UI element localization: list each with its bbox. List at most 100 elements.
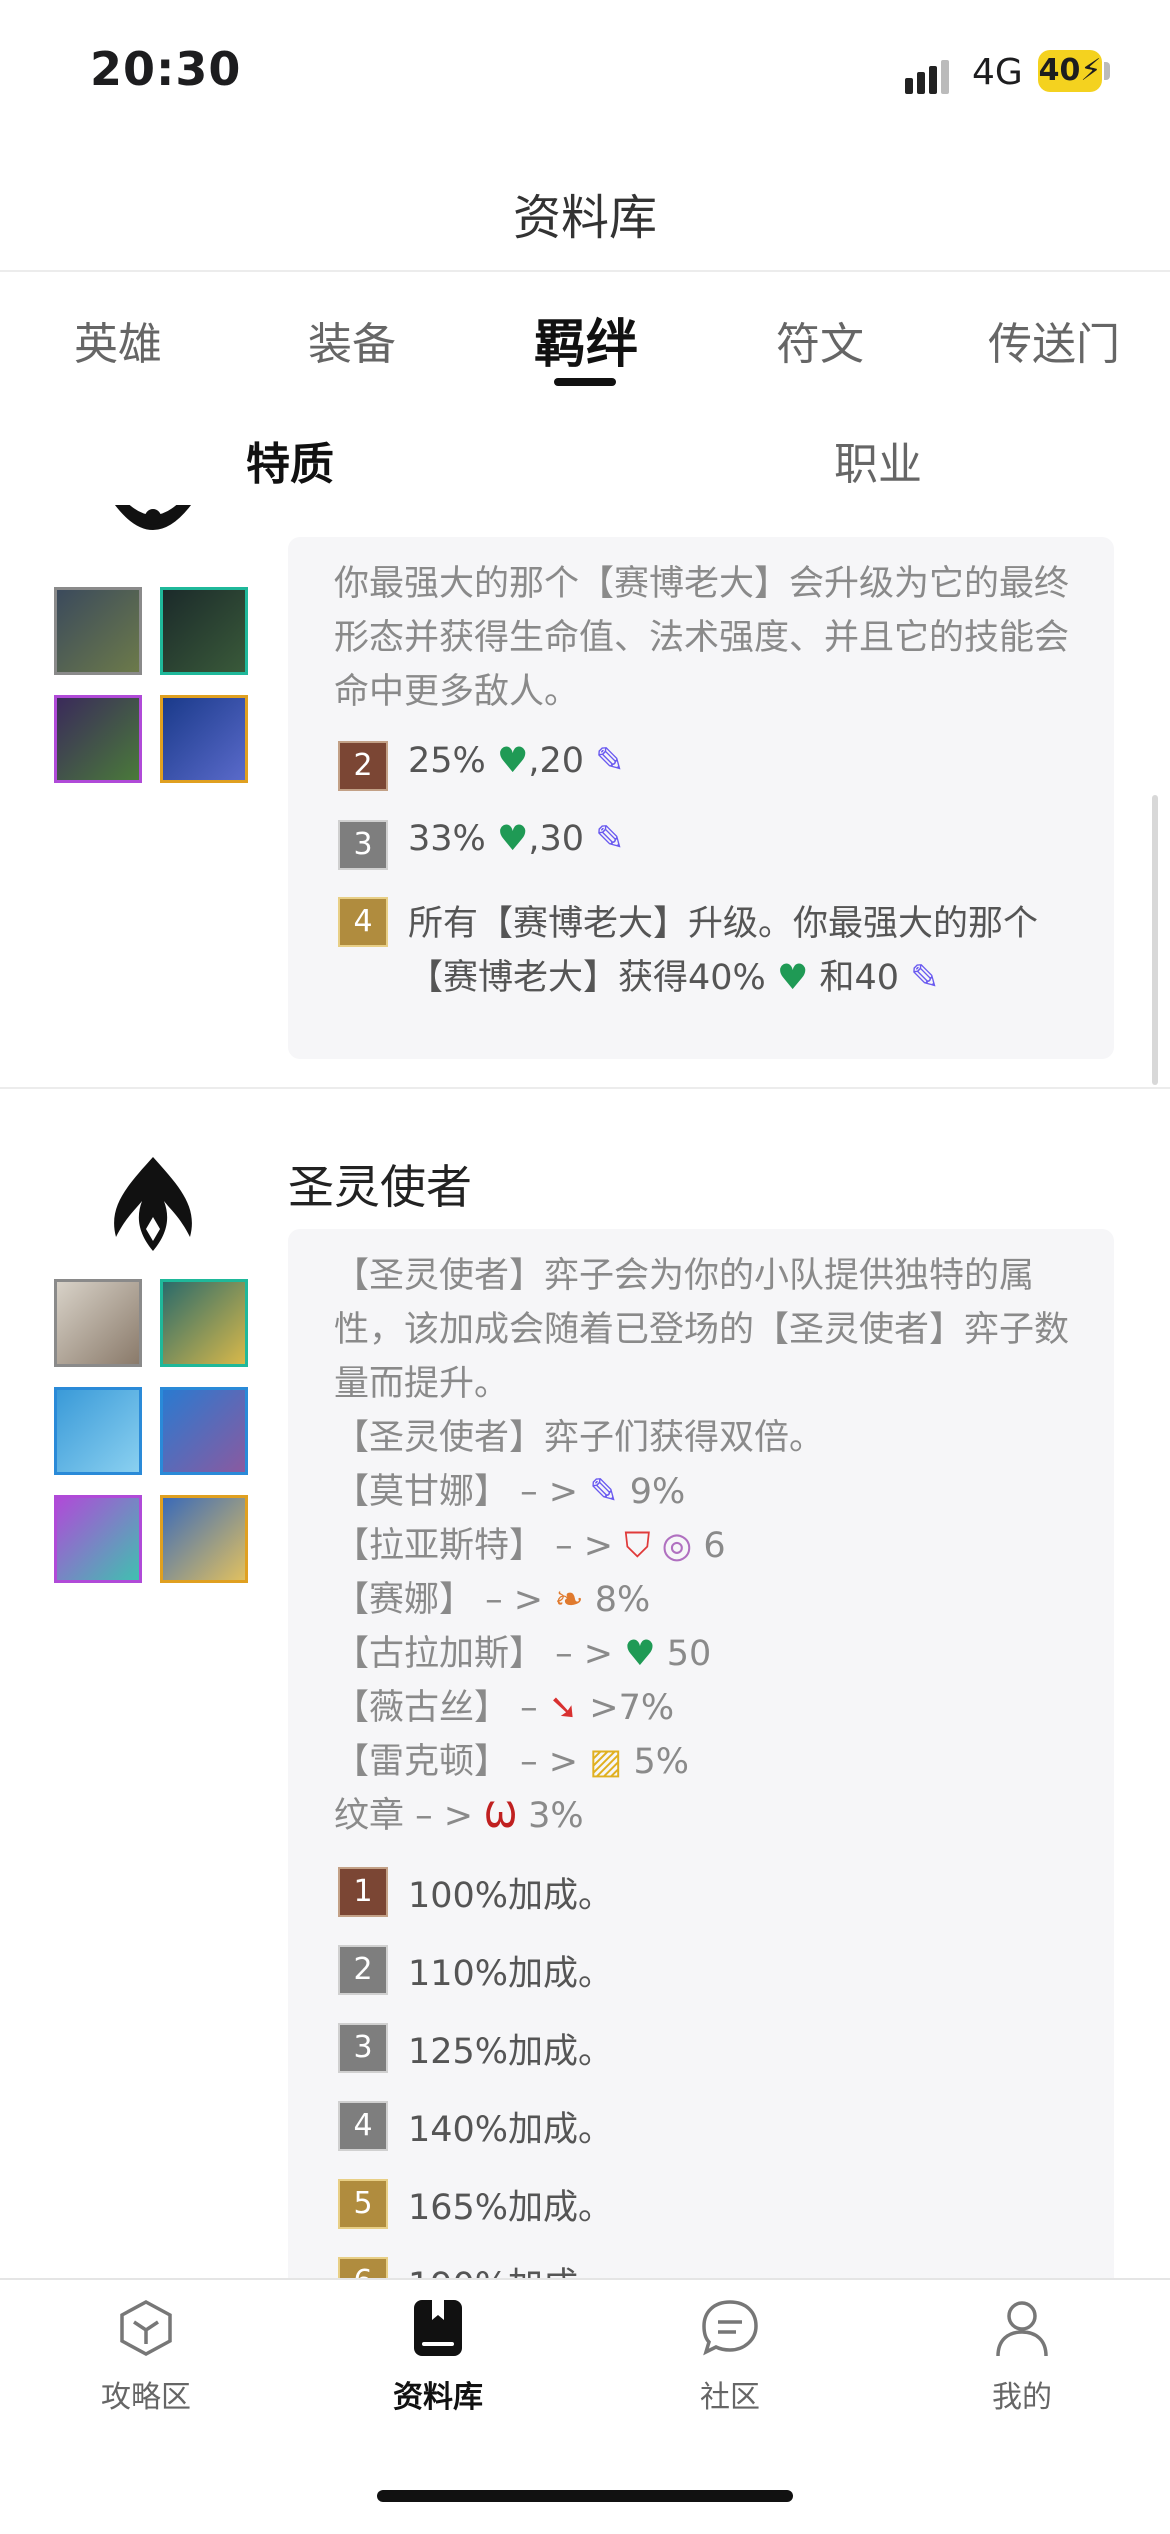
champion-portrait[interactable] bbox=[54, 1279, 142, 1367]
trait-description: 【圣灵使者】弈子会为你的小队提供独特的属性，该加成会随着已登场的【圣灵使者】弈子… bbox=[334, 1256, 1070, 1404]
trait-level-badge: 2 bbox=[338, 741, 388, 791]
trait-level-badge: 2 bbox=[338, 1945, 388, 1995]
trait-level-value: 【赛博老大】获得40% bbox=[408, 958, 766, 998]
ability-power-icon: ✎ bbox=[595, 819, 625, 859]
trait-description: 你最强大的那个【赛博老大】会升级为它的最终形态并获得生命值、法术强度、并且它的技… bbox=[334, 564, 1070, 712]
book-icon[interactable] bbox=[406, 2296, 470, 2360]
trait-level-text: 所有【赛博老大】升级。你最强大的那个 【赛博老大】获得40% ♥ 和40 ✎ bbox=[408, 897, 1088, 1005]
bonus-row: 纹章 – > Ѡ 3% bbox=[334, 1789, 584, 1843]
trait-emblem-icon bbox=[106, 505, 200, 557]
champion-portrait[interactable] bbox=[54, 1495, 142, 1583]
subtab-classes[interactable]: 职业 bbox=[834, 428, 922, 492]
tab-augments[interactable]: 符文 bbox=[776, 308, 864, 372]
ability-power-icon: ✎ bbox=[595, 741, 625, 781]
champion-portrait[interactable] bbox=[54, 695, 142, 783]
attack-damage-icon: ▨ bbox=[589, 1742, 623, 1782]
active-tab-indicator bbox=[554, 378, 616, 386]
health-icon: ♥ bbox=[776, 958, 809, 998]
nav-strategy[interactable]: 攻略区 bbox=[66, 2372, 226, 2416]
nav-community[interactable]: 社区 bbox=[650, 2372, 810, 2416]
trait-level-value: ,30 bbox=[528, 819, 584, 859]
nav-database[interactable]: 资料库 bbox=[358, 2372, 518, 2416]
bonus-value: 6 bbox=[703, 1526, 726, 1566]
network-type: 4G bbox=[972, 52, 1023, 93]
trait-level-text: 140%加成。 bbox=[408, 2110, 614, 2150]
bonus-row: 【古拉加斯】 – > ♥ 50 bbox=[334, 1627, 711, 1681]
bonus-arrow: – > bbox=[555, 1634, 614, 1674]
scrollbar[interactable] bbox=[1152, 795, 1158, 1085]
battery-cap bbox=[1104, 62, 1110, 80]
trait-level-text: 165%加成。 bbox=[408, 2188, 614, 2228]
champion-portrait[interactable] bbox=[160, 1279, 248, 1367]
tab-heroes[interactable]: 英雄 bbox=[74, 308, 162, 372]
tab-synergies[interactable]: 羁绊 bbox=[534, 302, 638, 377]
battery-indicator: 40⚡ bbox=[1038, 50, 1102, 92]
champion-portrait[interactable] bbox=[160, 1495, 248, 1583]
bonus-champion: 【拉亚斯特】 bbox=[334, 1526, 545, 1566]
cube-icon[interactable] bbox=[114, 2296, 178, 2360]
tab-items[interactable]: 装备 bbox=[308, 308, 396, 372]
trait-list[interactable]: 你最强大的那个【赛博老大】会升级为它的最终形态并获得生命值、法术强度、并且它的技… bbox=[0, 505, 1170, 2280]
bonus-champion: 【莫甘娜】 bbox=[334, 1472, 510, 1512]
bonus-value: 8% bbox=[594, 1580, 651, 1620]
nav-profile[interactable]: 我的 bbox=[942, 2372, 1102, 2416]
bonus-row: 【莫甘娜】 – > ✎ 9% bbox=[334, 1465, 685, 1519]
bonus-arrow: – > bbox=[555, 1526, 614, 1566]
trait-level-badge: 3 bbox=[338, 820, 388, 870]
omnivamp-icon: Ѡ bbox=[484, 1796, 517, 1836]
home-indicator[interactable] bbox=[377, 2490, 793, 2502]
bonus-champion: 【薇古丝】 bbox=[334, 1688, 510, 1728]
bonus-arrow: – > bbox=[520, 1472, 579, 1512]
header-divider bbox=[0, 270, 1170, 272]
champion-portrait[interactable] bbox=[160, 695, 248, 783]
champion-portrait[interactable] bbox=[54, 1387, 142, 1475]
bonus-champion: 【赛娜】 bbox=[334, 1580, 475, 1620]
bonus-arrow: – > bbox=[415, 1796, 474, 1836]
trait-level-value: 和40 bbox=[819, 958, 900, 998]
health-icon: ♥ bbox=[496, 741, 529, 781]
bonus-value: >7% bbox=[589, 1688, 675, 1728]
trait-name: 圣灵使者 bbox=[288, 1160, 472, 1214]
bonus-row: 【薇古丝】 – ➘ >7% bbox=[334, 1681, 674, 1735]
trait-level-value: 所有【赛博老大】升级。你最强大的那个 bbox=[408, 904, 1039, 944]
crit-icon: ➘ bbox=[548, 1688, 579, 1728]
bonus-value: 9% bbox=[629, 1472, 686, 1512]
chat-icon[interactable] bbox=[698, 2296, 762, 2360]
trait-level-badge: 4 bbox=[338, 897, 388, 947]
health-icon: ♥ bbox=[624, 1634, 656, 1674]
trait-level-badge: 1 bbox=[338, 1867, 388, 1917]
trait-level-text: 33% ♥,30 ✎ bbox=[408, 819, 624, 859]
subtab-origins[interactable]: 特质 bbox=[246, 428, 334, 492]
trait-level-text: 190%加成。 bbox=[408, 2257, 613, 2280]
person-icon[interactable] bbox=[990, 2296, 1054, 2360]
trait-level-value: ,20 bbox=[528, 741, 584, 781]
bonus-row: 【拉亚斯特】 – > ⛉ ◎ 6 bbox=[334, 1519, 726, 1573]
status-time: 20:30 bbox=[90, 42, 242, 96]
page-title: 资料库 bbox=[512, 190, 657, 246]
section-divider bbox=[0, 1087, 1170, 1089]
champion-portrait[interactable] bbox=[160, 587, 248, 675]
armor-icon: ⛉ bbox=[624, 1526, 651, 1566]
bonus-arrow: – bbox=[520, 1688, 538, 1728]
attack-speed-icon: ❧ bbox=[554, 1580, 584, 1620]
bonus-value: 5% bbox=[633, 1742, 689, 1782]
tab-portals[interactable]: 传送门 bbox=[988, 308, 1120, 372]
trait-level-badge: 6 bbox=[338, 2257, 388, 2280]
magic-resist-icon: ◎ bbox=[661, 1526, 693, 1566]
trait-level-badge: 4 bbox=[338, 2101, 388, 2151]
champion-portrait[interactable] bbox=[160, 1387, 248, 1475]
bonus-value: 50 bbox=[666, 1634, 712, 1674]
bonus-champion: 【雷克顿】 bbox=[334, 1742, 510, 1782]
trait-level-badge: 3 bbox=[338, 2023, 388, 2073]
bonus-champion: 【古拉加斯】 bbox=[334, 1634, 545, 1674]
trait-level-value: 25% bbox=[408, 741, 486, 781]
bonus-row: 【赛娜】 – > ❧ 8% bbox=[334, 1573, 650, 1627]
trait-emblem-icon bbox=[106, 1157, 200, 1253]
trait-level-text: 100%加成。 bbox=[408, 1876, 614, 1916]
bonus-row: 【雷克顿】 – > ▨ 5% bbox=[334, 1735, 689, 1789]
signal-icon bbox=[905, 60, 961, 94]
bonus-value: 3% bbox=[528, 1796, 584, 1836]
bonus-arrow: – > bbox=[485, 1580, 544, 1620]
ability-power-icon: ✎ bbox=[910, 958, 940, 998]
champion-portrait[interactable] bbox=[54, 587, 142, 675]
